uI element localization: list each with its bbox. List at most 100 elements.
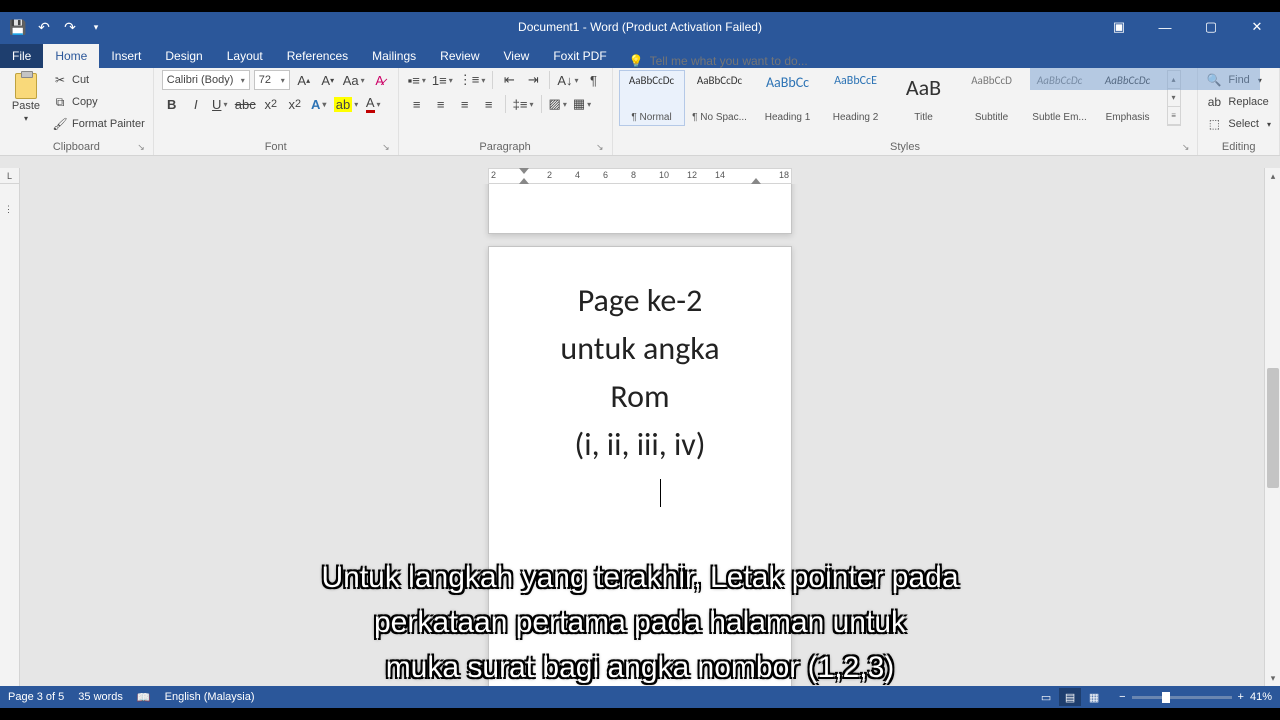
paragraph-launcher[interactable]: ↘ [596, 142, 604, 153]
decrease-indent-button[interactable]: ⇤ [499, 70, 519, 90]
style-item[interactable]: AaBbCcDSubtitle [959, 70, 1025, 126]
paste-button[interactable]: Paste▾ [6, 70, 46, 124]
status-page[interactable]: Page 3 of 5 [8, 691, 64, 703]
select-button[interactable]: ⬚Select▾ [1204, 114, 1273, 134]
tab-home[interactable]: Home [43, 44, 99, 68]
tab-view[interactable]: View [492, 44, 542, 68]
tab-mailings[interactable]: Mailings [360, 44, 428, 68]
doc-line-4[interactable]: (i, ii, iii, iv) [513, 421, 767, 469]
style-item[interactable]: AaBbCcEHeading 2 [823, 70, 889, 126]
line-spacing-button[interactable]: ‡≡ [512, 94, 535, 114]
copy-button[interactable]: ⧉Copy [50, 92, 147, 112]
style-item[interactable]: AaBbCcDc¶ No Spac... [687, 70, 753, 126]
doc-line-1[interactable]: Page ke-2 [513, 277, 767, 325]
align-left-button[interactable]: ≡ [407, 94, 427, 114]
scroll-thumb[interactable] [1267, 368, 1279, 488]
style-item[interactable]: AaBbCcDc¶ Normal [619, 70, 685, 126]
shading-button[interactable]: ▨ [548, 94, 568, 114]
save-icon[interactable]: 💾 [8, 17, 28, 37]
bold-button[interactable]: B [162, 94, 182, 114]
tab-layout[interactable]: Layout [215, 44, 275, 68]
scroll-down-icon[interactable]: ▾ [1265, 670, 1280, 686]
font-name-combo[interactable]: Calibri (Body)▾ [162, 70, 250, 90]
zoom-slider[interactable] [1132, 696, 1232, 699]
numbering-button[interactable]: 1≡ [431, 70, 454, 90]
tab-insert[interactable]: Insert [99, 44, 153, 68]
strike-button[interactable]: abc [234, 94, 257, 114]
vertical-scrollbar[interactable]: ▴ ▾ [1264, 168, 1280, 686]
align-right-button[interactable]: ≡ [455, 94, 475, 114]
font-launcher[interactable]: ↘ [382, 142, 390, 153]
group-clipboard: Paste▾ ✂Cut ⧉Copy 🖌Format Painter Clipbo… [0, 68, 154, 155]
titlebar: 💾 ↶ ↷ ▾ Document1 - Word (Product Activa… [0, 12, 1280, 42]
italic-button[interactable]: I [186, 94, 206, 114]
tab-review[interactable]: Review [428, 44, 491, 68]
subscript-button[interactable]: x2 [261, 94, 281, 114]
ruler-corner: L [0, 168, 20, 184]
zoom-control: − + 41% [1119, 691, 1272, 703]
horizontal-ruler[interactable]: 2246810121418 [488, 168, 792, 184]
document-area[interactable]: Page ke-2 untuk angka Rom (i, ii, iii, i… [20, 184, 1264, 686]
cut-button[interactable]: ✂Cut [50, 70, 147, 90]
zoom-out-button[interactable]: − [1119, 691, 1125, 703]
status-language[interactable]: English (Malaysia) [165, 691, 255, 703]
status-words[interactable]: 35 words [78, 691, 123, 703]
vertical-ruler[interactable]: ⋮ [0, 184, 20, 686]
text-effects-button[interactable]: A [309, 94, 329, 114]
print-layout-button[interactable]: ▤ [1059, 688, 1081, 706]
style-item[interactable]: AaBTitle [891, 70, 957, 126]
zoom-in-button[interactable]: + [1238, 691, 1244, 703]
tab-foxit[interactable]: Foxit PDF [541, 44, 618, 68]
close-button[interactable]: ✕ [1234, 12, 1280, 42]
read-mode-button[interactable]: ▭ [1035, 688, 1057, 706]
increase-indent-button[interactable]: ⇥ [523, 70, 543, 90]
font-size-combo[interactable]: 72▾ [254, 70, 290, 90]
qat-customize-icon[interactable]: ▾ [86, 17, 106, 37]
doc-line-2[interactable]: untuk angka [513, 325, 767, 373]
lightbulb-icon: 💡 [629, 54, 644, 68]
ribbon-tabs: File Home Insert Design Layout Reference… [0, 42, 1280, 68]
sort-button[interactable]: A↓ [556, 70, 579, 90]
bullets-button[interactable]: ▪≡ [407, 70, 427, 90]
change-case-button[interactable]: Aa [342, 70, 366, 90]
align-center-button[interactable]: ≡ [431, 94, 451, 114]
window-title: Document1 - Word (Product Activation Fai… [518, 20, 762, 34]
view-buttons: ▭ ▤ ▦ [1035, 688, 1105, 706]
minimize-button[interactable]: — [1142, 12, 1188, 42]
maximize-button[interactable]: ▢ [1188, 12, 1234, 42]
replace-button[interactable]: abReplace [1204, 92, 1270, 112]
web-layout-button[interactable]: ▦ [1083, 688, 1105, 706]
first-line-indent-marker[interactable] [519, 168, 529, 174]
styles-launcher[interactable]: ↘ [1182, 142, 1190, 153]
superscript-button[interactable]: x2 [285, 94, 305, 114]
copy-icon: ⧉ [52, 94, 68, 110]
redo-icon[interactable]: ↷ [60, 17, 80, 37]
page-current[interactable]: Page ke-2 untuk angka Rom (i, ii, iii, i… [488, 246, 792, 686]
borders-button[interactable]: ▦ [572, 94, 592, 114]
undo-icon[interactable]: ↶ [34, 17, 54, 37]
ribbon-options-icon[interactable]: ▣ [1096, 12, 1142, 42]
tell-me[interactable]: 💡 [619, 54, 860, 68]
tab-references[interactable]: References [275, 44, 360, 68]
tell-me-input[interactable] [650, 54, 850, 68]
multilevel-button[interactable]: ⋮≡ [458, 70, 487, 90]
zoom-level[interactable]: 41% [1250, 691, 1272, 703]
format-painter-button[interactable]: 🖌Format Painter [50, 114, 147, 134]
scroll-up-icon[interactable]: ▴ [1265, 168, 1280, 184]
underline-button[interactable]: U [210, 94, 230, 114]
grow-font-button[interactable]: A▴ [294, 70, 314, 90]
doc-line-3[interactable]: Rom [513, 373, 767, 421]
page-previous[interactable] [488, 184, 792, 234]
spellcheck-icon[interactable]: 📖 [137, 691, 151, 704]
show-marks-button[interactable]: ¶ [584, 70, 604, 90]
highlight-button[interactable]: ab [333, 94, 359, 114]
justify-button[interactable]: ≡ [479, 94, 499, 114]
style-item[interactable]: AaBbCcHeading 1 [755, 70, 821, 126]
tab-design[interactable]: Design [153, 44, 214, 68]
clipboard-launcher[interactable]: ↘ [137, 142, 145, 153]
clear-formatting-button[interactable]: A̷ [370, 70, 390, 90]
font-color-button[interactable]: A [363, 94, 383, 114]
word-window: 💾 ↶ ↷ ▾ Document1 - Word (Product Activa… [0, 12, 1280, 708]
tab-file[interactable]: File [0, 44, 43, 68]
shrink-font-button[interactable]: A▾ [318, 70, 338, 90]
